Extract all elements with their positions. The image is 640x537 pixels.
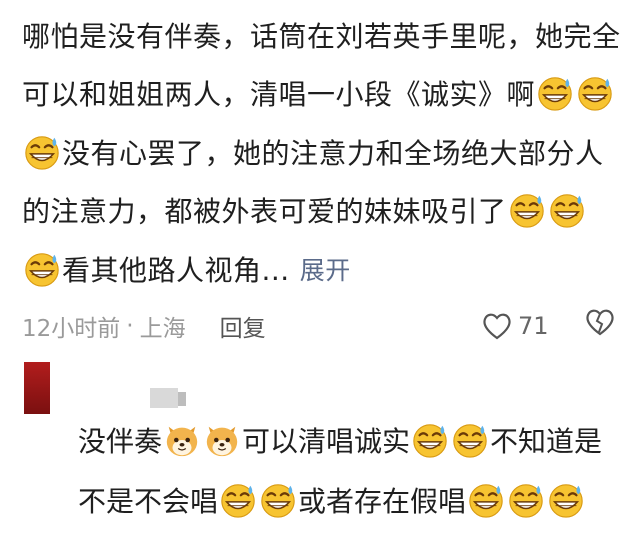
comment-text-line: 哪怕是没有伴奏，话筒在刘若英手里呢，她完全 (22, 12, 621, 58)
dislike-button[interactable] (584, 306, 616, 342)
like-count: 71 (518, 312, 549, 340)
comment-text: 不知道是 (490, 425, 603, 458)
shiba-dog-icon (203, 421, 241, 459)
comment-text: 哪怕是没有伴奏，话筒在刘若英手里呢，她完全 (22, 20, 621, 53)
grin-sweat-icon (23, 133, 61, 171)
avatar[interactable] (24, 362, 50, 414)
comment-text: 不是不会唱 (78, 485, 219, 518)
shiba-dog-icon (163, 421, 201, 459)
grin-sweat-icon (23, 250, 61, 288)
comment-text: 的注意力，都被外表可爱的妹妹吸引了 (22, 195, 507, 228)
grin-sweat-icon (548, 191, 586, 229)
grin-sweat-icon (411, 421, 449, 459)
comment-text: 可以和姐姐两人，清唱一小段《诚实》啊 (22, 78, 536, 111)
heart-icon (483, 313, 511, 340)
like-button[interactable]: 71 (482, 306, 549, 346)
username-blurred (150, 388, 178, 408)
grin-sweat-icon (259, 481, 297, 519)
grin-sweat-icon (451, 421, 489, 459)
comment-text-line: 看其他路人视角... 展开 (22, 246, 351, 292)
grin-sweat-icon (467, 481, 505, 519)
reply-button[interactable]: 回复 (220, 309, 266, 343)
comment-text: 没伴奏 (78, 425, 163, 458)
comment-text-line: 没有心罢了，她的注意力和全场绝大部分人 (22, 129, 604, 175)
comment-text-line: 的注意力，都被外表可爱的妹妹吸引了 (22, 187, 587, 233)
comment-text: 可以清唱诚实 (242, 425, 411, 458)
comment-text-line: 可以和姐姐两人，清唱一小段《诚实》啊 (22, 70, 615, 116)
grin-sweat-icon (219, 481, 257, 519)
grin-sweat-icon (536, 74, 574, 112)
comment-text: 或者存在假唱 (298, 485, 467, 518)
comment-text-line: 没伴奏 可以清唱诚实 不知道是 (78, 416, 602, 464)
comment-text: 没有心罢了，她的注意力和全场绝大部分人 (62, 137, 604, 170)
comment-location: 上海 (139, 316, 186, 342)
grin-sweat-icon (507, 481, 545, 519)
comment-time: 12小时前 (22, 316, 121, 342)
grin-sweat-icon (547, 481, 585, 519)
grin-sweat-icon (508, 191, 546, 229)
broken-heart-icon (586, 309, 614, 336)
comment-text: 看其他路人视角... (62, 254, 290, 287)
username-blurred (178, 392, 186, 406)
expand-link[interactable]: 展开 (300, 251, 351, 287)
grin-sweat-icon (576, 74, 614, 112)
comment-text-line: 不是不会唱 或者存在假唱 (78, 476, 586, 524)
meta-separator: · (126, 313, 134, 339)
